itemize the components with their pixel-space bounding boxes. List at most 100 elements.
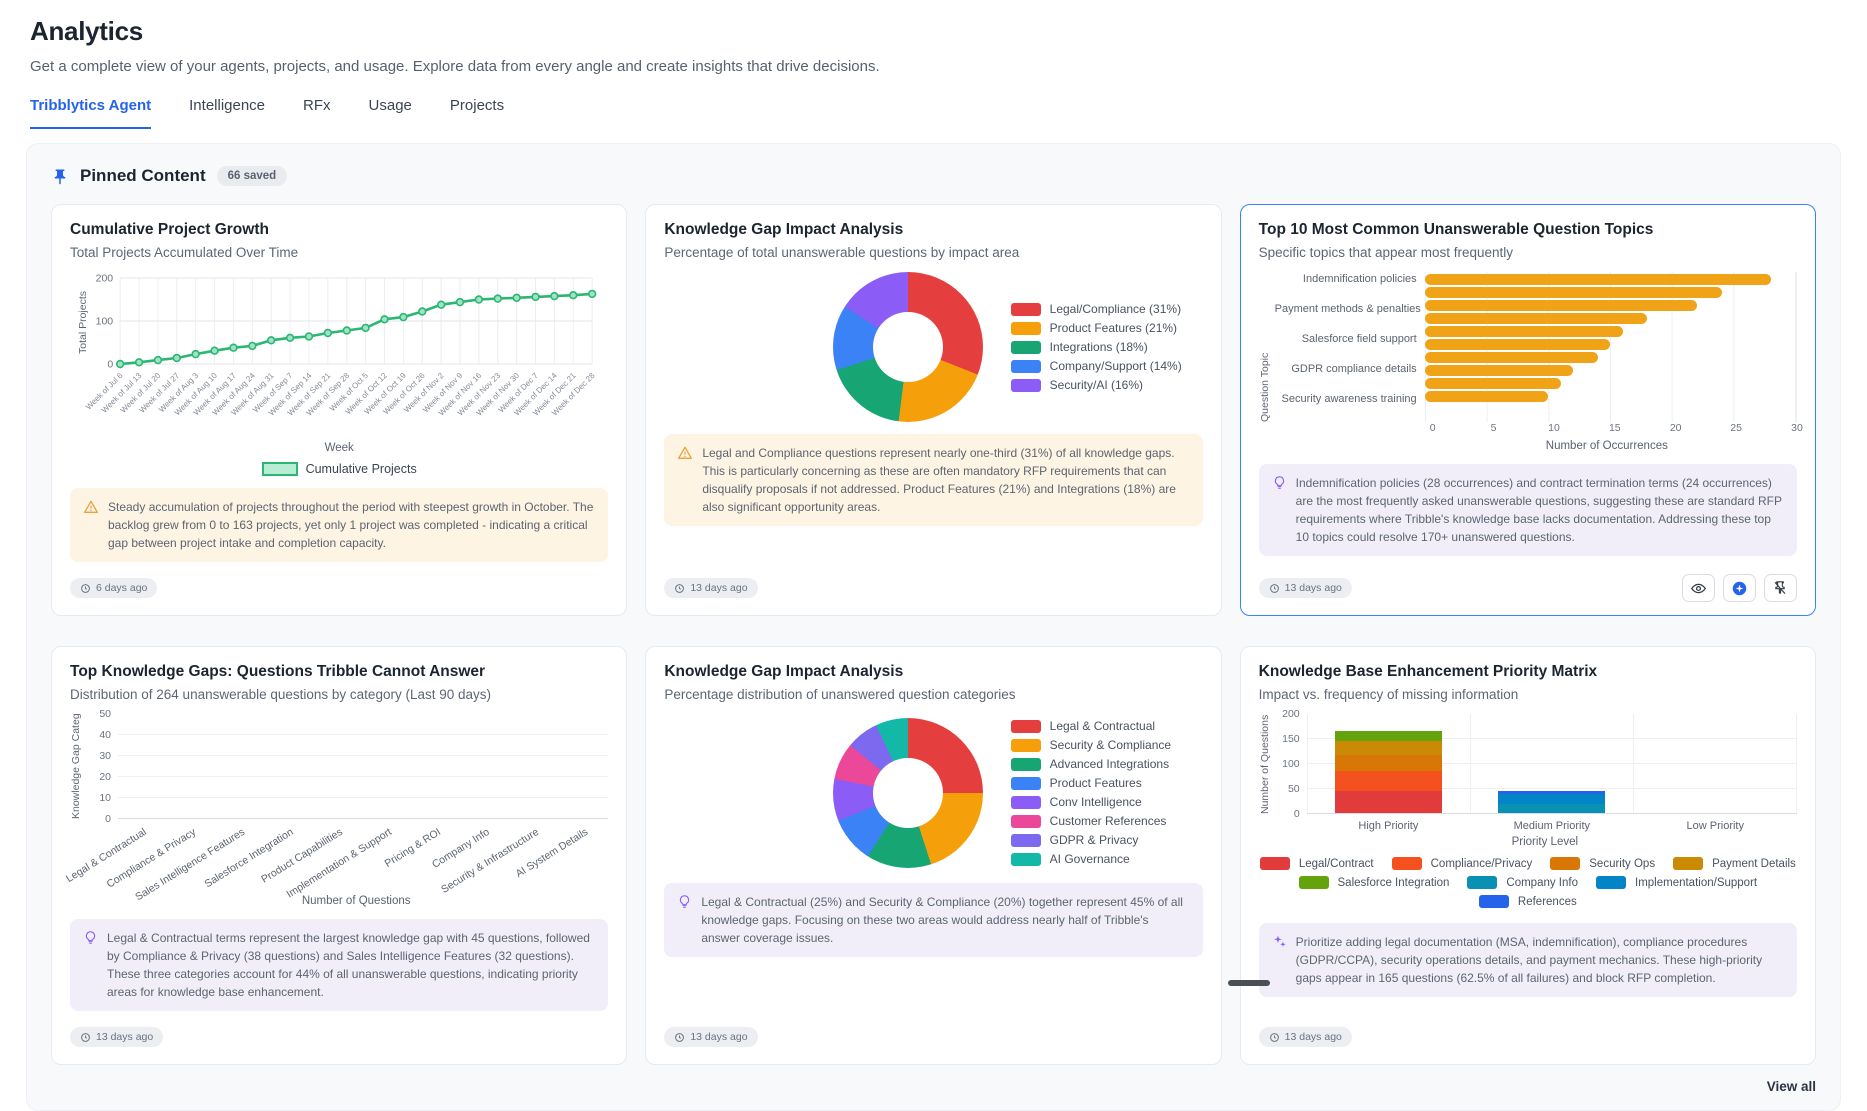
legend-item: Company/Support (14%) — [1011, 359, 1203, 373]
timestamp-pill: 13 days ago — [1259, 1027, 1352, 1047]
card-title: Knowledge Gap Impact Analysis — [664, 221, 1202, 239]
insight-box: Indemnification policies (28 occurrences… — [1259, 464, 1797, 556]
card-subtitle: Percentage of total unanswerable questio… — [664, 245, 1202, 260]
bulb-icon — [83, 930, 98, 1001]
card-subtitle: Distribution of 264 unanswerable questio… — [70, 687, 608, 702]
view-all-link[interactable]: View all — [51, 1079, 1816, 1094]
ai-sparkle-button[interactable] — [1723, 574, 1756, 602]
card-knowledge-gap-distribution[interactable]: Knowledge Gap Impact Analysis Percentage… — [645, 646, 1221, 1065]
clock-icon — [674, 1032, 685, 1043]
legend-item: Salesforce Integration — [1299, 876, 1450, 889]
legend-item: Integrations (18%) — [1011, 340, 1203, 354]
page-header: Analytics Get a complete view of your ag… — [0, 0, 1867, 75]
card-subtitle: Impact vs. frequency of missing informat… — [1259, 687, 1797, 702]
tab-tribblytics-agent[interactable]: Tribblytics Agent — [30, 97, 151, 129]
card-subtitle: Total Projects Accumulated Over Time — [70, 245, 608, 260]
legend-item: Legal & Contractual — [1011, 719, 1203, 733]
page-subtitle: Get a complete view of your agents, proj… — [30, 58, 1837, 75]
legend-item: References — [1479, 895, 1577, 908]
horizontal-scrollbar-thumb[interactable] — [1228, 980, 1270, 986]
sparkles-icon — [1272, 934, 1287, 987]
insight-box: Legal and Compliance questions represent… — [664, 434, 1202, 526]
legend-item: AI Governance — [1011, 852, 1203, 866]
insight-box: Legal & Contractual (25%) and Security &… — [664, 883, 1202, 957]
tab-rfx[interactable]: RFx — [303, 97, 331, 129]
unpin-button[interactable] — [1764, 574, 1797, 602]
card-grid: Cumulative Project Growth Total Projects… — [51, 204, 1816, 1065]
bar-chart: Knowledge Gap Catego50403020100Legal & C… — [70, 714, 608, 895]
legend-item: Conv Intelligence — [1011, 795, 1203, 809]
insight-text: Prioritize adding legal documentation (M… — [1296, 933, 1784, 987]
legend-item: Product Features — [1011, 776, 1203, 790]
timestamp-pill: 13 days ago — [664, 1027, 757, 1047]
card-priority-matrix[interactable]: Knowledge Base Enhancement Priority Matr… — [1240, 646, 1816, 1065]
chart-legend: Legal & Contractual Security & Compliance… — [1011, 714, 1203, 871]
timestamp-pill: 13 days ago — [664, 578, 757, 598]
card-cumulative-project-growth[interactable]: Cumulative Project Growth Total Projects… — [51, 204, 627, 616]
clock-icon — [80, 1032, 91, 1043]
donut — [833, 272, 983, 422]
legend-item: Security & Compliance — [1011, 738, 1203, 752]
tab-projects[interactable]: Projects — [450, 97, 504, 129]
card-title: Knowledge Gap Impact Analysis — [664, 663, 1202, 681]
insight-text: Indemnification policies (28 occurrences… — [1296, 474, 1784, 546]
donut — [833, 718, 983, 868]
horizontal-bar-chart: Question TopicIndemnification policiesPa… — [1259, 272, 1797, 437]
legend-item: Payment Details — [1673, 857, 1796, 870]
chart-legend: Legal/Compliance (31%) Product Features (… — [1011, 297, 1203, 397]
page-title: Analytics — [30, 16, 1837, 47]
eye-button[interactable] — [1682, 574, 1715, 602]
insight-box: Steady accumulation of projects througho… — [70, 488, 608, 562]
insight-box: Legal & Contractual terms represent the … — [70, 919, 608, 1011]
chart-legend: Legal/ContractCompliance/PrivacySecurity… — [1259, 854, 1797, 911]
legend-item: Implementation/Support — [1596, 876, 1757, 889]
legend-item: Product Features (21%) — [1011, 321, 1203, 335]
insight-text: Legal & Contractual (25%) and Security &… — [701, 893, 1189, 947]
legend-item: Legal/Compliance (31%) — [1011, 302, 1203, 316]
card-subtitle: Percentage distribution of unanswered qu… — [664, 687, 1202, 702]
legend-item: GDPR & Privacy — [1011, 833, 1203, 847]
legend-item: Security/AI (16%) — [1011, 378, 1203, 392]
clock-icon — [1269, 1032, 1280, 1043]
legend-item: Company Info — [1467, 876, 1578, 889]
card-actions — [1682, 574, 1797, 602]
timestamp: 13 days ago — [96, 1031, 153, 1043]
warning-icon — [677, 445, 693, 516]
bulb-icon — [1272, 475, 1287, 546]
svg-text:200: 200 — [96, 273, 114, 285]
timestamp-pill: 13 days ago — [70, 1027, 163, 1047]
warning-icon — [83, 499, 99, 552]
x-axis-label: Number of Occurrences — [1417, 440, 1797, 452]
timestamp: 13 days ago — [1285, 1031, 1342, 1043]
x-axis-label: Priority Level — [1293, 836, 1797, 848]
clock-icon — [674, 583, 685, 594]
insight-text: Legal and Compliance questions represent… — [702, 444, 1189, 516]
pinned-content-panel: Pinned Content 66 saved Cumulative Proje… — [26, 143, 1841, 1111]
x-axis-label: Week — [70, 442, 608, 454]
clock-icon — [80, 583, 91, 594]
saved-count-badge: 66 saved — [217, 166, 288, 186]
svg-text:0: 0 — [107, 359, 113, 371]
legend-item: Legal/Contract — [1260, 857, 1374, 870]
card-top-10-unanswerable-topics[interactable]: Top 10 Most Common Unanswerable Question… — [1240, 204, 1816, 616]
bulb-icon — [677, 894, 692, 947]
legend-label: Cumulative Projects — [306, 462, 417, 476]
clock-icon — [1269, 583, 1280, 594]
timestamp-pill: 13 days ago — [1259, 578, 1352, 598]
timestamp: 13 days ago — [690, 582, 747, 594]
donut-chart: Legal & Contractual Security & Compliance… — [664, 714, 1202, 871]
legend-item: Advanced Integrations — [1011, 757, 1203, 771]
tab-usage[interactable]: Usage — [369, 97, 412, 129]
timestamp: 13 days ago — [1285, 582, 1342, 594]
timestamp-pill: 6 days ago — [70, 578, 157, 598]
insight-text: Steady accumulation of projects througho… — [108, 498, 595, 552]
tab-bar: Tribblytics Agent Intelligence RFx Usage… — [0, 97, 1867, 129]
card-knowledge-gap-impact[interactable]: Knowledge Gap Impact Analysis Percentage… — [645, 204, 1221, 616]
tab-intelligence[interactable]: Intelligence — [189, 97, 265, 129]
chart-legend: Cumulative Projects — [70, 462, 608, 476]
legend-item: Compliance/Privacy — [1392, 857, 1533, 870]
insight-text: Legal & Contractual terms represent the … — [107, 929, 595, 1001]
pin-icon — [51, 168, 69, 186]
card-top-knowledge-gaps[interactable]: Top Knowledge Gaps: Questions Tribble Ca… — [51, 646, 627, 1065]
donut-chart: Legal/Compliance (31%) Product Features (… — [664, 272, 1202, 422]
